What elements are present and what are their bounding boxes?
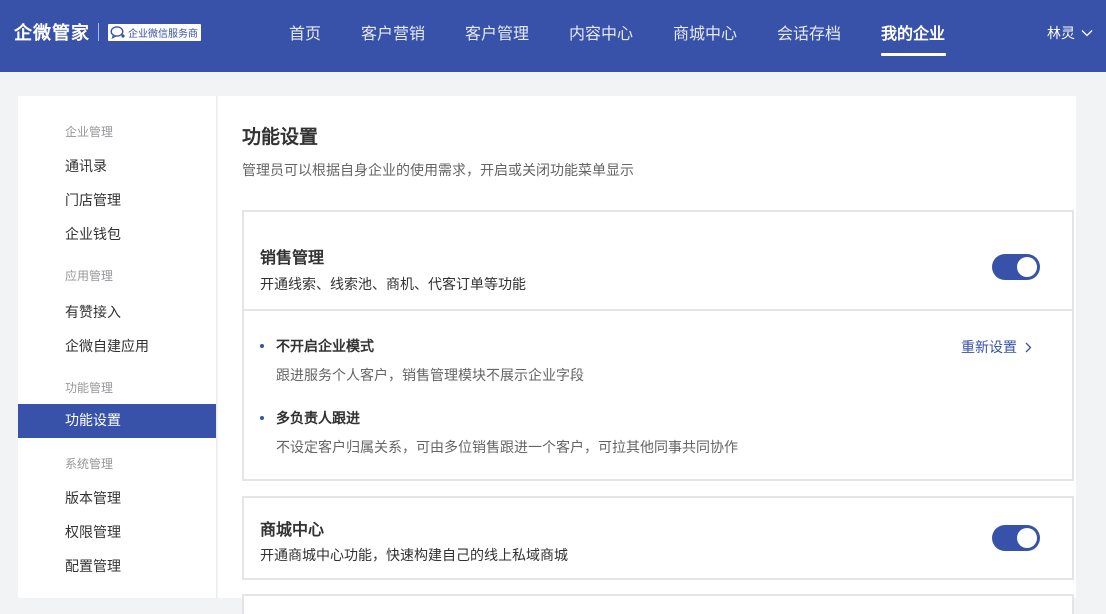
top-navigation-bar: 企微管家 企业微信服务商 首页 客户营销 客户管理 内容中心 商城中心 会话存档… <box>0 0 1106 72</box>
user-name: 林灵 <box>1047 26 1075 42</box>
chevron-down-icon <box>1081 30 1093 37</box>
card-description: 开通商城中心功能，快速构建自己的线上私域商城 <box>260 548 568 564</box>
nav-mall-center[interactable]: 商城中心 <box>673 22 737 46</box>
nav-session-archive[interactable]: 会话存档 <box>777 22 841 46</box>
nav-content-center[interactable]: 内容中心 <box>569 22 633 46</box>
user-menu[interactable]: 林灵 <box>1047 23 1093 43</box>
chevron-right-icon <box>1025 342 1032 352</box>
sidebar-item-custom-apps[interactable]: 企微自建应用 <box>18 330 216 364</box>
reset-label: 重新设置 <box>961 340 1017 356</box>
card-title: 销售管理 <box>260 248 325 267</box>
option-title: 不开启企业模式 <box>276 339 374 355</box>
nav-active-indicator <box>881 53 946 56</box>
sidebar-item-config[interactable]: 配置管理 <box>18 550 216 584</box>
sidebar-item-contacts[interactable]: 通讯录 <box>18 150 216 184</box>
sidebar: 企业管理 通讯录 门店管理 企业钱包 应用管理 有赞接入 企微自建应用 功能管理… <box>18 96 217 598</box>
card-title: 商城中心 <box>260 520 325 539</box>
page-title: 功能设置 <box>242 126 319 148</box>
sidebar-item-wallet[interactable]: 企业钱包 <box>18 218 216 252</box>
option-title: 多负责人跟进 <box>276 411 360 427</box>
brand[interactable]: 企微管家 企业微信服务商 <box>14 20 201 44</box>
nav-customer-marketing[interactable]: 客户营销 <box>361 22 425 46</box>
toggle-knob <box>1017 257 1037 277</box>
sidebar-group-system: 系统管理 <box>65 457 114 471</box>
service-provider-badge: 企业微信服务商 <box>108 23 201 41</box>
sidebar-item-feature-settings[interactable]: 功能设置 <box>18 404 216 438</box>
sidebar-group-apps: 应用管理 <box>65 269 114 283</box>
page-description: 管理员可以根据自身企业的使用需求，开启或关闭功能菜单显示 <box>242 163 634 179</box>
bullet-icon <box>260 416 264 420</box>
brand-name: 企微管家 <box>14 23 90 44</box>
badge-text: 企业微信服务商 <box>128 28 198 40</box>
bullet-icon <box>260 344 264 348</box>
option-description: 不设定客户归属关系，可由多位销售跟进一个客户，可拉其他同事共同协作 <box>276 440 738 456</box>
toggle-knob <box>1017 528 1037 548</box>
feature-card-mall: 商城中心 开通商城中心功能，快速构建自己的线上私域商城 <box>242 496 1074 580</box>
feature-card-next <box>242 594 1074 614</box>
sidebar-item-permissions[interactable]: 权限管理 <box>18 516 216 550</box>
chat-bubble-icon <box>110 26 125 39</box>
card-header: 销售管理 开通线索、线索池、商机、代客订单等功能 <box>244 212 1072 309</box>
sales-toggle-switch[interactable] <box>992 254 1040 280</box>
main-content: 功能设置 管理员可以根据自身企业的使用需求，开启或关闭功能菜单显示 销售管理 开… <box>218 96 1076 614</box>
nav-customer-management[interactable]: 客户管理 <box>465 22 529 46</box>
sidebar-group-enterprise: 企业管理 <box>65 125 114 139</box>
feature-card-sales: 销售管理 开通线索、线索池、商机、代客订单等功能 不开启企业模式 跟进服务个人客… <box>242 210 1074 481</box>
brand-divider <box>98 23 99 41</box>
card-description: 开通线索、线索池、商机、代客订单等功能 <box>260 277 526 293</box>
reset-settings-link[interactable]: 重新设置 <box>961 337 1032 357</box>
sales-options: 不开启企业模式 跟进服务个人客户，销售管理模块不展示企业字段 重新设置 多负责人… <box>244 309 1072 479</box>
sidebar-group-features: 功能管理 <box>65 381 114 395</box>
sidebar-item-youzan[interactable]: 有赞接入 <box>18 296 216 330</box>
sidebar-item-stores[interactable]: 门店管理 <box>18 184 216 218</box>
sidebar-item-version[interactable]: 版本管理 <box>18 482 216 516</box>
option-description: 跟进服务个人客户，销售管理模块不展示企业字段 <box>276 368 584 384</box>
nav-my-enterprise[interactable]: 我的企业 <box>881 22 945 46</box>
nav-home[interactable]: 首页 <box>289 22 321 46</box>
mall-toggle-switch[interactable] <box>992 525 1040 551</box>
